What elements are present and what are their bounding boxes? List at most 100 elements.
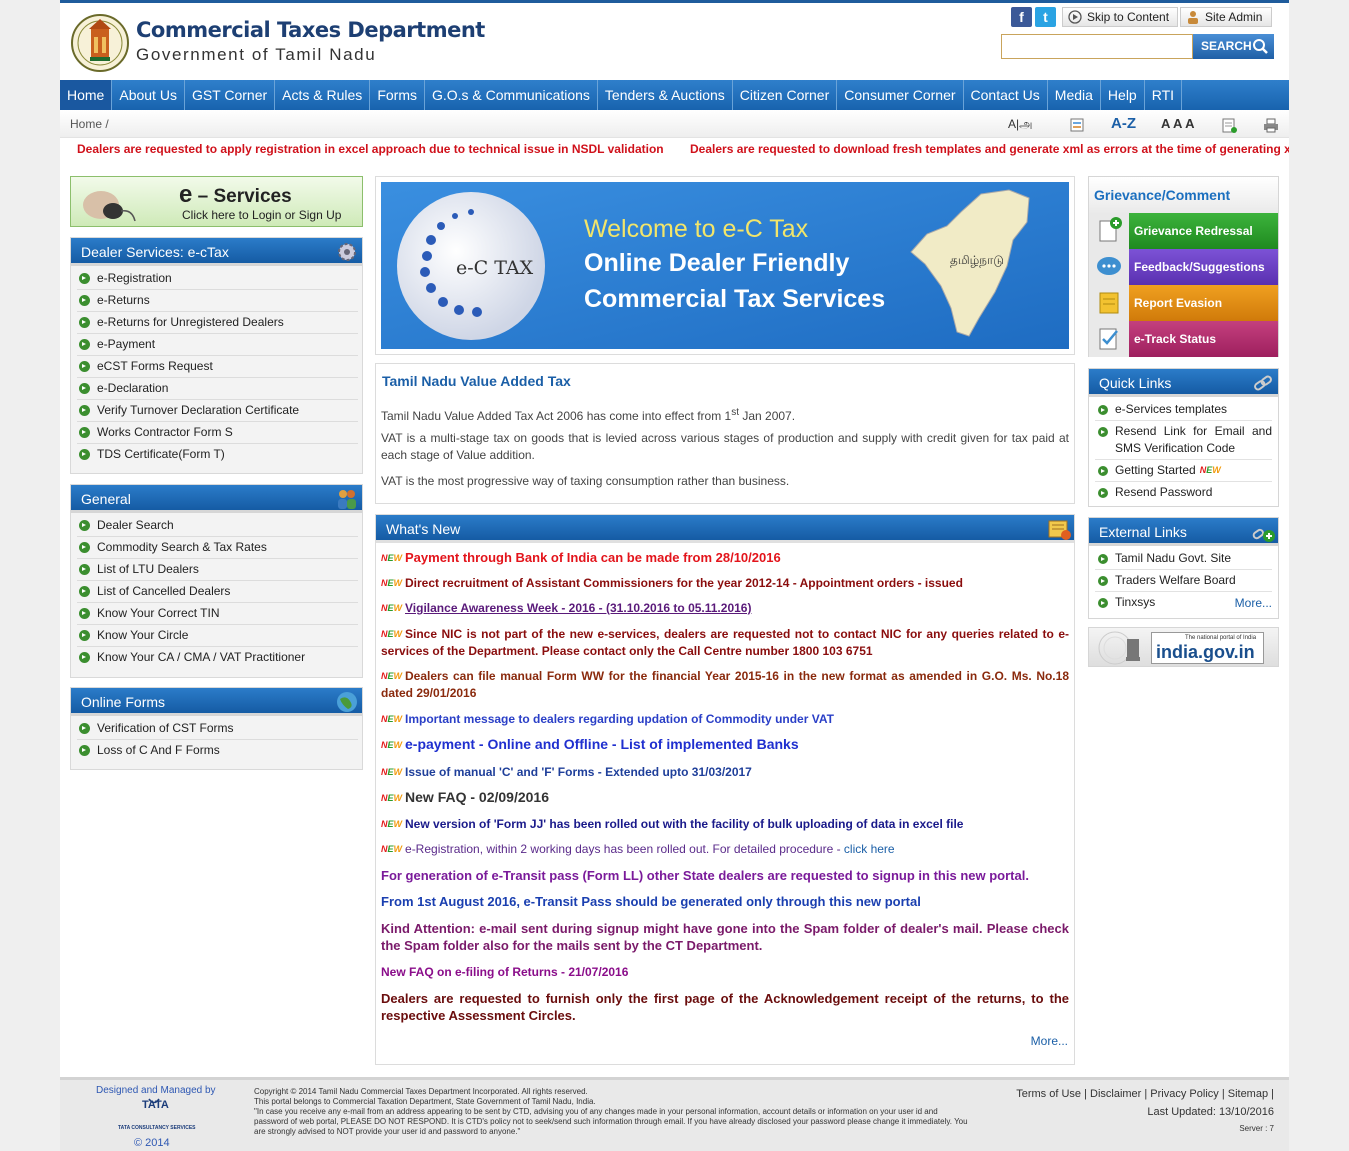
bullet-arrow-icon [1098,598,1108,608]
nav-item-contact-us[interactable]: Contact Us [964,80,1048,110]
national-emblem-icon [1098,631,1140,665]
site-admin-label: Site Admin [1205,10,1263,24]
new-badge-icon: NEW [381,767,403,777]
list-item[interactable]: Getting Started NEW [1095,460,1272,482]
whats-new-item[interactable]: For generation of e-Transit pass (Form L… [381,867,1069,884]
list-item[interactable]: Verification of CST Forms [77,718,358,740]
news-ticker[interactable]: Dealers are requested to apply registrat… [60,138,1289,160]
whats-new-item[interactable]: NEW Dealers can file manual Form WW for t… [381,668,1069,702]
nav-item-citizen-corner[interactable]: Citizen Corner [733,80,838,110]
e-services-login-banner[interactable]: e – Services Click here to Login or Sign… [70,176,363,227]
whats-new-item[interactable]: NEW Payment through Bank of India can be … [381,549,1069,567]
search-input[interactable] [1001,34,1193,59]
whats-new-item[interactable]: NEW New FAQ - 02/09/2016 [381,789,1069,807]
india-gov-banner[interactable]: The national portal of India india.gov.i… [1088,627,1279,667]
whats-new-item[interactable]: NEW Since NIC is not part of the new e-se… [381,626,1069,660]
list-item[interactable]: TDS Certificate(Form T) [77,444,358,466]
nav-item-home[interactable]: Home [60,80,113,110]
site-admin-button[interactable]: Site Admin [1180,7,1272,27]
list-item[interactable]: e-Declaration [77,378,358,400]
nav-item-forms[interactable]: Forms [370,80,425,110]
whats-new-item[interactable]: New FAQ on e-filing of Returns - 21/07/2… [381,964,1069,981]
list-item[interactable]: Traders Welfare Board [1095,570,1272,592]
dealer-services-header: Dealer Services: e-cTax [71,238,362,266]
whats-new-item[interactable]: NEW e-payment - Online and Offline - List… [381,736,1069,754]
whats-new-item[interactable]: From 1st August 2016, e-Transit Pass sho… [381,893,1069,910]
whats-new-item[interactable]: Kind Attention: e-mail sent during signu… [381,920,1069,954]
list-item-label: Commodity Search & Tax Rates [97,540,267,554]
whats-new-item[interactable]: NEW Issue of manual 'C' and 'F' Forms - E… [381,764,1069,781]
bookmark-add-icon[interactable] [1222,118,1237,133]
list-item[interactable]: e-Services templates [1095,399,1272,421]
list-item[interactable]: Commodity Search & Tax Rates [77,537,358,559]
print-icon[interactable] [1263,118,1279,133]
breadcrumb[interactable]: Home / [70,117,109,131]
list-item[interactable]: Know Your Correct TIN [77,603,358,625]
mouse-hand-icon [83,191,136,222]
list-item[interactable]: Resend Link for Email and SMS Verificati… [1095,421,1272,460]
list-item[interactable]: eCST Forms Request [77,356,358,378]
list-item[interactable]: Verify Turnover Declaration Certificate [77,400,358,422]
whats-new-item[interactable]: Dealers are requested to furnish only th… [381,990,1069,1024]
bullet-arrow-icon [79,339,90,350]
footer-links[interactable]: Terms of Use | Disclaimer | Privacy Poli… [1016,1088,1274,1100]
nav-item-tenders-auctions[interactable]: Tenders & Auctions [598,80,733,110]
whats-new-item[interactable]: NEW Important message to dealers regardin… [381,711,1069,728]
whats-new-item[interactable]: NEW Vigilance Awareness Week - 2016 - (31… [381,600,1069,617]
feedback-button[interactable]: Feedback/Suggestions [1089,249,1278,285]
ticker-item[interactable]: Dealers are requested to apply registrat… [77,138,664,160]
department-title[interactable]: Commercial Taxes Department [136,18,485,42]
list-item[interactable]: Tamil Nadu Govt. Site [1095,548,1272,570]
nav-item-gst-corner[interactable]: GST Corner [185,80,276,110]
external-links-more-link[interactable]: More... [1235,596,1272,610]
whats-new-item[interactable]: NEW New version of 'Form JJ' has been rol… [381,816,1069,833]
font-size-controls[interactable]: A A A [1161,116,1194,131]
list-item[interactable]: Know Your Circle [77,625,358,647]
whats-new-text: e-payment - Online and Offline - List of… [405,736,799,752]
people-icon [338,490,356,509]
list-item[interactable]: Dealer Search [77,515,358,537]
click-here-link[interactable]: click here [844,842,895,856]
list-item-label: e-Registration [97,271,172,285]
list-item[interactable]: Know Your CA / CMA / VAT Practitioner [77,647,358,669]
contrast-icon[interactable] [1070,118,1084,132]
nav-item-rti[interactable]: RTI [1145,80,1183,110]
twitter-icon[interactable]: t [1035,7,1056,27]
ticker-item[interactable]: Dealers are requested to download fresh … [690,138,1289,160]
whats-new-item[interactable]: NEW e-Registration, within 2 working days… [381,841,1069,858]
list-item[interactable]: e-Registration [77,268,358,290]
nav-item-g-o-s-communications[interactable]: G.O.s & Communications [425,80,598,110]
whats-new-more-link[interactable]: More... [1031,1034,1068,1048]
bullet-arrow-icon [1098,576,1108,586]
list-item[interactable]: e-Payment [77,334,358,356]
quick-links-title: Quick Links [1099,375,1172,391]
nav-item-consumer-corner[interactable]: Consumer Corner [837,80,964,110]
nav-item-media[interactable]: Media [1048,80,1101,110]
report-evasion-button[interactable]: Report Evasion [1089,285,1278,321]
language-toggle[interactable]: A|அ [1008,117,1032,133]
new-badge-icon: NEW [381,629,403,639]
list-item[interactable]: e-Returns for Unregistered Dealers [77,312,358,334]
skip-to-content-button[interactable]: Skip to Content [1062,7,1178,27]
list-item[interactable]: e-Returns [77,290,358,312]
nav-item-about-us[interactable]: About Us [112,80,185,110]
news-icon [1048,520,1071,540]
list-item[interactable]: Works Contractor Form S [77,422,358,444]
facebook-icon[interactable]: f [1011,7,1032,27]
list-item[interactable]: List of Cancelled Dealers [77,581,358,603]
a-z-index-link[interactable]: A-Z [1111,115,1136,132]
e-services-login-link[interactable]: Click here to Login or Sign Up [182,208,341,222]
nav-item-acts-rules[interactable]: Acts & Rules [275,80,371,110]
grievance-redressal-button[interactable]: Grievance Redressal [1089,213,1278,249]
list-item[interactable]: Resend Password [1095,482,1272,503]
welcome-banner[interactable]: e-C TAX Welcome to e-C Tax Online Dealer… [375,176,1075,355]
tata-label[interactable]: TATA [142,1099,169,1111]
list-item[interactable]: Loss of C And F Forms [77,740,358,762]
list-item[interactable]: List of LTU Dealers [77,559,358,581]
search-button[interactable]: SEARCH [1193,34,1274,59]
e-track-status-button[interactable]: e-Track Status [1089,321,1278,357]
skip-to-content-label: Skip to Content [1087,10,1170,24]
tamil-nadu-emblem-icon[interactable] [70,13,130,75]
nav-item-help[interactable]: Help [1101,80,1145,110]
whats-new-item[interactable]: NEW Direct recruitment of Assistant Commi… [381,575,1069,592]
